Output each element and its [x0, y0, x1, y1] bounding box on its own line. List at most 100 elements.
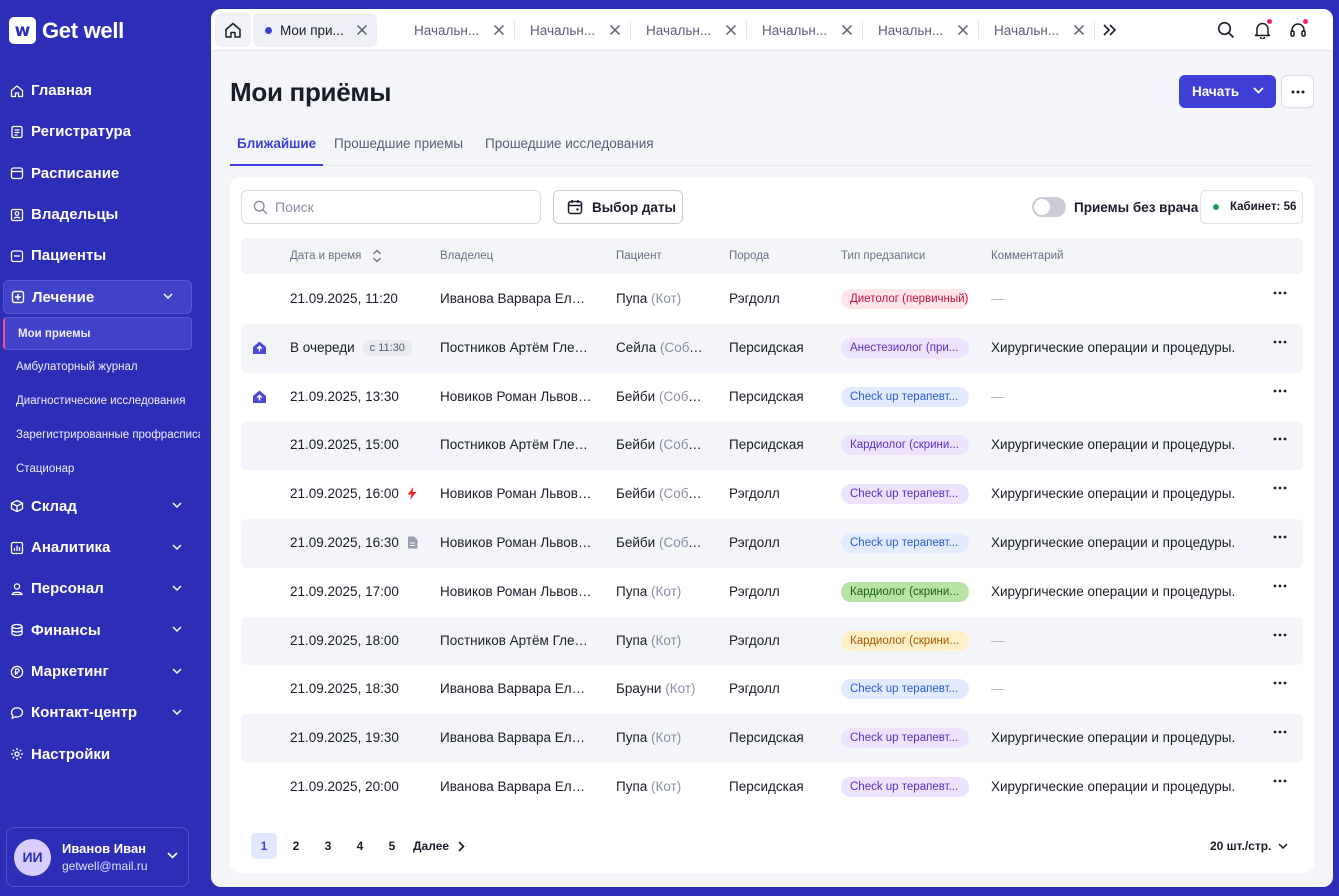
owner-name[interactable]: Новиков Роман Львович — [440, 486, 592, 501]
tab-3[interactable]: Начальн... — [630, 13, 747, 47]
patient-cell[interactable]: Бейби (Собака) — [616, 389, 704, 404]
patient-cell[interactable]: Пупа (Кот) — [616, 779, 704, 794]
close-icon[interactable] — [957, 24, 969, 36]
chevron-down-icon[interactable] — [172, 502, 182, 509]
table-row[interactable]: 21.09.2025, 15:00 Постников Артём Глебови… — [241, 421, 1303, 471]
close-icon[interactable] — [356, 24, 368, 36]
more-horizontal-icon[interactable] — [1273, 681, 1287, 685]
sidebar-item-7[interactable]: Аналитика — [0, 527, 200, 568]
close-icon[interactable] — [493, 24, 505, 36]
chevron-down-icon[interactable] — [172, 585, 182, 592]
sidebar-item-6[interactable]: Склад — [0, 486, 200, 527]
submenu-item-0[interactable]: Мои приемы — [3, 317, 192, 351]
more-horizontal-icon[interactable] — [1273, 584, 1287, 588]
owner-name[interactable]: Иванова Варвара Елисеевна — [440, 779, 592, 794]
chevron-up-icon[interactable] — [163, 293, 173, 300]
sort-icon[interactable] — [372, 249, 382, 263]
sidebar-item-12[interactable]: Настройки — [0, 733, 200, 774]
patient-cell[interactable]: Пупа (Кот) — [616, 633, 704, 648]
submenu-item-1[interactable]: Амбулаторный журнал — [0, 350, 200, 384]
table-row[interactable]: 21.09.2025, 19:30 Иванова Варвара Елисеев… — [241, 714, 1303, 763]
page-button-4[interactable]: 4 — [347, 833, 373, 859]
close-icon[interactable] — [609, 24, 621, 36]
owner-name[interactable]: Новиков Роман Львович — [440, 389, 592, 404]
page-button-1[interactable]: 1 — [251, 833, 277, 859]
sidebar-item-2[interactable]: Расписание — [0, 153, 200, 194]
submenu-item-3[interactable]: Зарегистрированные профрасписания — [0, 418, 200, 452]
sidebar-item-0[interactable]: Главная — [0, 70, 200, 111]
brand-logo[interactable]: w Get well — [9, 17, 124, 44]
owner-name[interactable]: Иванова Варвара Елисеевна — [440, 681, 592, 696]
submenu-item-4[interactable]: Стационар — [0, 452, 200, 486]
table-row[interactable]: 21.09.2025, 11:20 Иванова Варвара Елисеев… — [241, 275, 1303, 324]
more-horizontal-icon[interactable] — [1273, 730, 1287, 734]
more-horizontal-icon[interactable] — [1273, 633, 1287, 637]
table-row[interactable]: В очереди с 11:30 Постников Артём Глебович… — [241, 323, 1303, 373]
search-button[interactable] — [1216, 20, 1236, 40]
table-row[interactable]: 21.09.2025, 18:00 Постников Артём Глебови… — [241, 616, 1303, 666]
more-horizontal-icon[interactable] — [1273, 535, 1287, 539]
sidebar-item-3[interactable]: Владельцы — [0, 194, 200, 235]
patient-cell[interactable]: Пупа (Кот) — [616, 730, 704, 745]
more-horizontal-icon[interactable] — [1273, 340, 1287, 344]
patient-cell[interactable]: Пупа (Кот) — [616, 584, 704, 599]
patient-cell[interactable]: Бейби (Собака) — [616, 486, 704, 501]
tab-0[interactable]: Мои при... — [253, 13, 377, 47]
owner-name[interactable]: Иванова Варвара Елисеевна — [440, 291, 592, 306]
subtab-1[interactable]: Прошедшие приемы — [327, 136, 470, 166]
more-horizontal-icon[interactable] — [1273, 291, 1287, 295]
page-button-3[interactable]: 3 — [315, 833, 341, 859]
tab-1[interactable]: Начальн... — [398, 13, 515, 47]
tab-4[interactable]: Начальн... — [746, 13, 863, 47]
home-tab[interactable] — [215, 13, 251, 47]
date-picker-button[interactable]: Выбор даты — [553, 190, 683, 224]
owner-name[interactable]: Постников Артём Глебович — [440, 633, 592, 648]
table-row[interactable]: 21.09.2025, 16:00 Новиков Роман Львович Бе… — [241, 470, 1303, 519]
notifications-button[interactable] — [1252, 18, 1273, 40]
sidebar-item-1[interactable]: Регистратура — [0, 111, 200, 152]
page-button-5[interactable]: 5 — [379, 833, 405, 859]
patient-cell[interactable]: Брауни (Кот) — [616, 681, 704, 696]
patient-cell[interactable]: Пупа (Кот) — [616, 291, 704, 306]
owner-name[interactable]: Новиков Роман Львович — [440, 584, 592, 599]
user-card[interactable]: ИИ Иванов Иван getwell@mail.ru — [6, 827, 189, 887]
table-row[interactable]: 21.09.2025, 18:30 Иванова Варвара Елисеев… — [241, 665, 1303, 714]
owner-name[interactable]: Постников Артём Глебович — [440, 437, 592, 452]
start-button[interactable]: Начать — [1179, 75, 1276, 108]
support-button[interactable] — [1288, 18, 1309, 40]
search-box[interactable] — [241, 190, 541, 224]
page-button-2[interactable]: 2 — [283, 833, 309, 859]
page-more-button[interactable] — [1281, 75, 1314, 108]
close-icon[interactable] — [841, 24, 853, 36]
cabinet-badge[interactable]: Кабинет: 56 — [1200, 190, 1303, 224]
more-horizontal-icon[interactable] — [1273, 486, 1287, 490]
chevron-down-icon[interactable] — [172, 667, 182, 675]
sidebar-item-8[interactable]: Персонал — [0, 568, 200, 609]
chevron-down-icon[interactable] — [172, 544, 182, 551]
more-tabs-button[interactable] — [1095, 13, 1125, 47]
patient-cell[interactable]: Бейби (Собака) — [616, 535, 704, 550]
sidebar-item-11[interactable]: Контакт-центр — [0, 692, 200, 733]
owner-name[interactable]: Новиков Роман Львович — [440, 535, 592, 550]
close-icon[interactable] — [1073, 24, 1085, 36]
table-row[interactable]: 21.09.2025, 17:00 Новиков Роман Львович Пу… — [241, 568, 1303, 617]
chevron-down-icon[interactable] — [167, 852, 178, 859]
owner-name[interactable]: Иванова Варвара Елисеевна — [440, 730, 592, 745]
sidebar-item-5[interactable]: Лечение — [3, 280, 192, 315]
next-page-button[interactable]: Далее — [413, 839, 465, 853]
patient-cell[interactable]: Сейла (Собака) — [616, 340, 704, 355]
chevron-down-icon[interactable] — [172, 626, 182, 633]
patient-cell[interactable]: Бейби (Собака) — [616, 437, 704, 452]
search-input[interactable] — [275, 199, 515, 215]
no-doctor-toggle[interactable] — [1032, 197, 1066, 217]
table-row[interactable]: 21.09.2025, 16:30 Новиков Роман Львович Бе… — [241, 518, 1303, 568]
subtab-0[interactable]: Ближайшие — [230, 136, 324, 166]
tab-6[interactable]: Начальн... — [978, 13, 1095, 47]
close-icon[interactable] — [725, 24, 737, 36]
chevron-down-icon[interactable] — [172, 709, 182, 716]
table-row[interactable]: 21.09.2025, 20:00 Иванова Варвара Елисеев… — [241, 763, 1303, 812]
tab-5[interactable]: Начальн... — [862, 13, 979, 47]
tab-2[interactable]: Начальн... — [514, 13, 631, 47]
more-horizontal-icon[interactable] — [1273, 389, 1287, 393]
column-date[interactable]: Дата и время — [290, 250, 361, 262]
